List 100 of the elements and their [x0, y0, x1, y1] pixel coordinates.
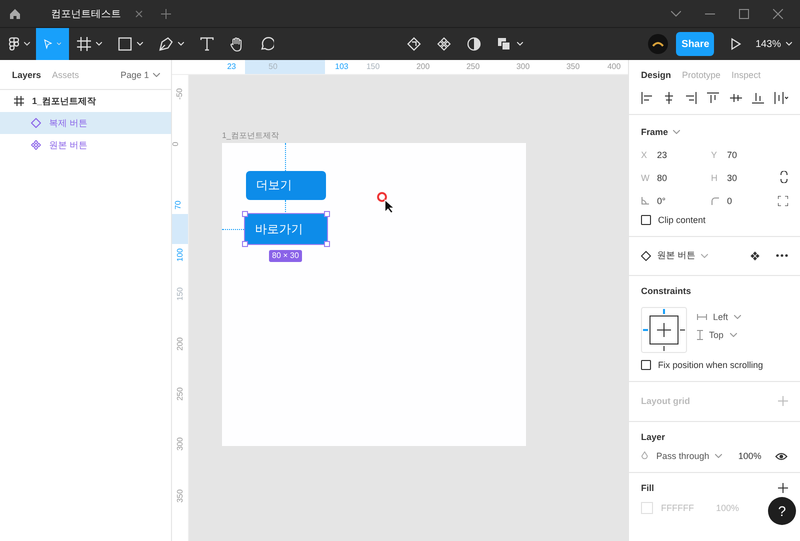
property-field[interactable]: H 30 [711, 170, 781, 185]
align-bottom-icon[interactable] [752, 92, 764, 104]
avatar[interactable] [648, 34, 668, 54]
property-field[interactable]: X 23 [641, 147, 711, 162]
frame[interactable] [222, 143, 526, 446]
align-right-icon[interactable] [685, 92, 698, 104]
ruler-label: 250 [176, 387, 186, 401]
align-top-icon[interactable] [707, 92, 720, 104]
maximize-icon[interactable] [739, 8, 749, 18]
caret-icon [517, 42, 524, 46]
pen-icon [159, 37, 173, 51]
property-field[interactable]: 0° [641, 193, 711, 208]
mask-icon[interactable] [467, 37, 482, 51]
text-icon [200, 37, 214, 51]
plus-icon[interactable] [778, 483, 788, 493]
section-title: Fill [641, 483, 654, 493]
chevron-down-icon [730, 333, 737, 337]
chevron-down-icon [153, 72, 160, 76]
checkbox[interactable]: Clip content [641, 215, 788, 225]
pointer-icon [44, 37, 52, 51]
caret-icon [137, 42, 143, 46]
caret-icon [96, 42, 102, 46]
ruler-label: 400 [607, 62, 621, 72]
panel-tab[interactable]: Design [641, 70, 672, 80]
component-icon[interactable] [750, 250, 760, 260]
frame-icon [14, 96, 24, 106]
play-icon[interactable] [731, 38, 742, 50]
component-icon [31, 140, 41, 150]
eye-icon[interactable] [775, 452, 788, 460]
caret-icon [786, 42, 792, 46]
chevron-down-icon [715, 454, 722, 458]
ruler-label: 350 [566, 62, 580, 72]
home-icon[interactable] [9, 8, 21, 20]
ruler-label: 0 [171, 142, 182, 146]
rotation-icon [641, 196, 649, 204]
close-icon[interactable] [773, 8, 783, 18]
ruler-label: 300 [176, 437, 186, 451]
ruler-label: 50 [268, 62, 278, 72]
align-center-icon[interactable] [663, 92, 676, 104]
ruler-label: 200 [176, 337, 186, 351]
ruler-label: 350 [176, 489, 186, 503]
horizontal-icon [697, 314, 707, 320]
help-button[interactable]: ? [768, 497, 796, 525]
comment-icon [260, 37, 274, 51]
canvas-button[interactable]: 바로가기 [245, 214, 327, 244]
size-badge: 80 × 30 [269, 250, 302, 262]
minimize-icon[interactable] [705, 12, 715, 14]
page-dropdown[interactable]: Page 1 [120, 70, 160, 80]
boolean-button[interactable] [497, 37, 524, 51]
component-swap-icon[interactable] [407, 37, 422, 51]
component-icon[interactable] [437, 37, 452, 51]
chevron-down-icon[interactable] [671, 10, 681, 16]
caret-icon [24, 42, 30, 46]
chevron-down-icon [673, 130, 680, 134]
caret-icon [178, 42, 184, 46]
layer-row[interactable]: 복제 버튼 [0, 112, 171, 134]
constraints-widget[interactable] [641, 307, 687, 353]
section-title: Layout grid [641, 396, 690, 406]
checkbox[interactable]: Fix position when scrolling [641, 360, 788, 370]
ruler-label: 250 [466, 62, 480, 72]
instance-icon [31, 118, 41, 128]
ruler-label: 103 [335, 62, 348, 72]
constrain-proportions-icon[interactable] [780, 171, 788, 183]
layer-row[interactable]: 원본 버튼 [0, 134, 171, 156]
frame-dropdown[interactable]: Frame [641, 127, 680, 137]
panel-tab[interactable]: Layers [12, 70, 42, 80]
section-title: Layer [641, 432, 666, 442]
property-field[interactable]: 0 [711, 193, 781, 208]
blend-mode-dropdown[interactable]: Pass through [656, 451, 722, 461]
align-left-icon[interactable] [641, 92, 653, 104]
vertical-icon [697, 330, 703, 340]
property-field[interactable]: W 80 [641, 170, 711, 185]
caret-icon [57, 42, 61, 46]
hand-icon [230, 36, 244, 52]
frame-icon [77, 37, 91, 51]
ruler-label: 300 [516, 62, 530, 72]
ruler-label: 23 [227, 62, 236, 72]
component-dropdown[interactable]: 원본 버튼 [657, 249, 708, 262]
property-field[interactable]: Y 70 [711, 147, 781, 162]
zoom-dropdown[interactable]: 143% [755, 38, 792, 50]
ruler-label: 70 [173, 200, 184, 210]
chevron-down-icon [700, 254, 708, 258]
chevron-down-icon [734, 315, 742, 319]
ruler-label: 150 [366, 62, 380, 72]
horizontal-constraint-dropdown[interactable]: Left [697, 312, 742, 322]
rectangle-icon [118, 37, 132, 51]
opacity-field[interactable]: 100% [738, 451, 762, 461]
vertical-constraint-dropdown[interactable]: Top [697, 330, 742, 340]
more-icon[interactable] [776, 254, 788, 257]
instance-icon [641, 250, 651, 260]
drop-icon [641, 451, 648, 461]
resize-icon[interactable] [778, 196, 788, 206]
canvas-button[interactable]: 더보기 [246, 171, 326, 200]
section-title: Constraints [641, 286, 692, 296]
close-icon[interactable] [135, 10, 143, 18]
color-swatch[interactable] [641, 502, 653, 514]
ruler-label: 100 [176, 248, 186, 262]
align-middle-icon[interactable] [730, 92, 742, 104]
distribute-icon[interactable] [774, 92, 790, 104]
layer-row[interactable]: 1_컴포넌트제작 [0, 90, 171, 112]
